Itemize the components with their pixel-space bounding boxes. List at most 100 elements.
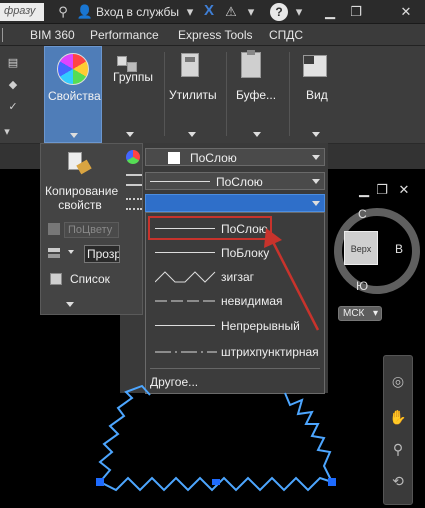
minimize-icon[interactable]: ▁: [354, 181, 374, 199]
chevron-down-icon[interactable]: [126, 132, 134, 137]
lineweight-combo-value: ПоСлою: [216, 175, 263, 189]
search-input[interactable]: фразу: [0, 3, 44, 21]
check-icon[interactable]: ✓: [6, 100, 20, 114]
grip: [212, 479, 220, 485]
match-properties-label-line1: Копирование: [45, 184, 119, 198]
list-icon: [50, 273, 62, 285]
tab-express-tools[interactable]: Express Tools: [178, 28, 252, 42]
chevron-down-icon[interactable]: ▾: [290, 3, 308, 21]
match-properties-icon[interactable]: [66, 150, 92, 178]
binoculars-icon[interactable]: ⚲: [54, 3, 72, 21]
color-swatch: [168, 152, 180, 164]
utilities-label[interactable]: Утилиты: [169, 88, 217, 102]
tab-bim360[interactable]: BIM 360: [30, 28, 75, 42]
help-icon[interactable]: ?: [270, 3, 288, 21]
restore-icon[interactable]: ❐: [346, 3, 366, 21]
properties-label: Свойства: [48, 89, 101, 103]
compass-south: Ю: [356, 279, 369, 293]
chevron-down-icon: [312, 201, 320, 206]
separator: [289, 52, 290, 136]
dropdown-item-hidden[interactable]: невидимая: [149, 290, 321, 312]
chevron-down-icon[interactable]: [66, 302, 74, 307]
dropdown-item-continuous[interactable]: Непрерывный: [149, 315, 321, 337]
wcs-button[interactable]: МСК ▾: [338, 306, 382, 321]
wcs-label: МСК: [343, 308, 365, 319]
pan-hand-icon[interactable]: ✋: [389, 408, 407, 426]
chevron-down-icon[interactable]: [68, 250, 74, 254]
zoom-icon[interactable]: ⚲: [389, 440, 407, 458]
chevron-down-icon[interactable]: ▾: [0, 125, 14, 139]
list-button[interactable]: Список: [70, 272, 110, 286]
lineweight-icon: [126, 174, 142, 186]
color-combo-value: ПоСлою: [190, 151, 237, 165]
chevron-down-icon[interactable]: [188, 132, 196, 137]
zigzag-line-bottom: [99, 476, 333, 492]
separator: [164, 52, 165, 136]
chevron-down-icon: [312, 155, 320, 160]
lineweight-combo[interactable]: ПоСлою: [145, 172, 325, 190]
chevron-down-icon: ▾: [372, 308, 378, 319]
transparency-field[interactable]: Прозрачн: [84, 245, 120, 263]
groups-label[interactable]: Группы: [113, 70, 153, 84]
zigzag-sample: [155, 271, 216, 283]
user-icon[interactable]: 👤: [76, 3, 94, 21]
layer-icon[interactable]: ▤: [6, 56, 20, 70]
line-sample: [150, 181, 210, 182]
close-icon[interactable]: ✕: [394, 181, 414, 199]
signin-button[interactable]: Вход в службы: [96, 5, 179, 19]
linetype-icon: [126, 198, 142, 210]
dropdown-item-zigzag[interactable]: зигзаг: [149, 266, 321, 288]
dropdown-item-label: зигзаг: [221, 270, 254, 284]
steering-wheel-icon[interactable]: ◎: [389, 372, 407, 390]
match-icon[interactable]: ◆: [6, 78, 20, 92]
orbit-icon[interactable]: ⟲: [389, 472, 407, 490]
linetype-combo[interactable]: [145, 194, 325, 212]
match-properties-label[interactable]: Копирование свойств: [45, 184, 119, 212]
tab-hidden[interactable]: [2, 28, 8, 42]
dropdown-item-label: ПоБлоку: [221, 246, 270, 260]
plot-style-field[interactable]: ПоЦвету: [64, 222, 119, 238]
highlight-box: [148, 216, 272, 240]
restore-icon[interactable]: ❐: [372, 181, 392, 199]
dashed-sample: [155, 300, 217, 302]
dropdown-item-label: штрихпунктирная: [221, 345, 319, 359]
grip: [328, 478, 336, 486]
print-icon: [48, 223, 60, 235]
chevron-down-icon[interactable]: [253, 132, 261, 137]
close-icon[interactable]: ✕: [396, 3, 416, 21]
dropdown-item-byblock[interactable]: ПоБлоку: [149, 242, 321, 264]
dropdown-separator: [150, 368, 320, 369]
zigzag-line-left: [98, 384, 151, 483]
chevron-down-icon: [70, 133, 78, 138]
tab-spds[interactable]: СПДС: [269, 28, 303, 42]
calculator-icon[interactable]: [181, 53, 199, 77]
x-icon[interactable]: X: [200, 2, 218, 20]
zigzag-line-right: [284, 392, 333, 483]
separator: [226, 52, 227, 136]
color-icon: [126, 150, 140, 164]
ribbon-tabs: BIM 360 Performance Express Tools СПДС: [0, 24, 425, 46]
properties-button[interactable]: Свойства: [44, 46, 102, 143]
triangle-icon[interactable]: ⚠: [222, 3, 240, 21]
tab-performance[interactable]: Performance: [90, 28, 159, 42]
grip: [96, 478, 104, 486]
dropdown-item-other[interactable]: Другое...: [150, 375, 198, 389]
clipboard-label[interactable]: Буфе...: [236, 88, 276, 102]
compass-east: В: [395, 242, 404, 256]
dropdown-item-dashdot[interactable]: штрихпунктирная: [149, 341, 321, 363]
color-combo[interactable]: ПоСлою: [145, 148, 325, 166]
chevron-down-icon[interactable]: [312, 132, 320, 137]
match-properties-label-line2: свойств: [58, 198, 102, 212]
chevron-down-icon[interactable]: ▾: [242, 3, 260, 21]
view-icon[interactable]: [303, 55, 327, 77]
line-sample: [155, 252, 215, 253]
clipboard-icon[interactable]: [241, 50, 261, 78]
chevron-down-icon[interactable]: ▾: [181, 3, 199, 21]
color-wheel-icon: [57, 53, 89, 85]
dashdot-sample: [155, 351, 217, 353]
viewcube-top-face[interactable]: Верх: [344, 231, 378, 265]
view-label[interactable]: Вид: [306, 88, 328, 102]
dropdown-item-label: Непрерывный: [221, 319, 300, 333]
minimize-icon[interactable]: ▁: [320, 3, 340, 21]
chevron-down-icon: [312, 179, 320, 184]
